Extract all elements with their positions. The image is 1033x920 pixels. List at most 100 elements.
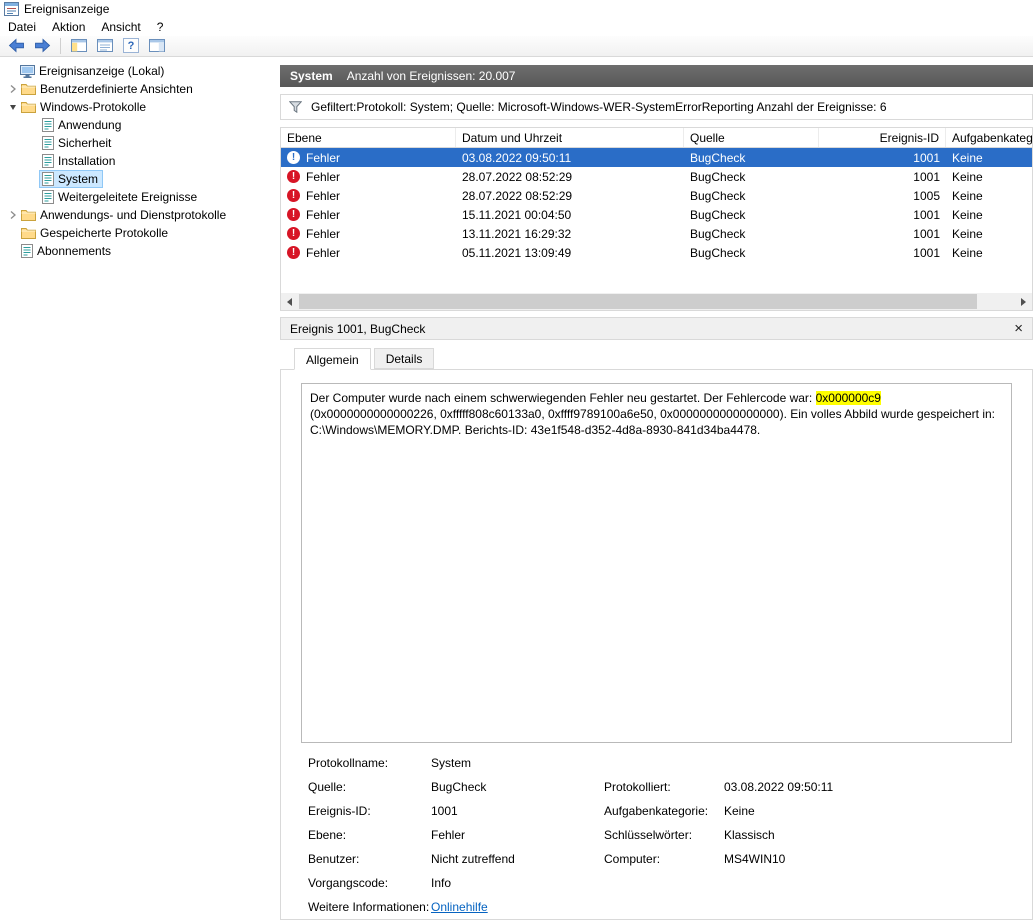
property-row: Weitere Informationen: Onlinehilfe <box>308 895 1032 919</box>
filter-text: Gefiltert:Protokoll: System; Quelle: Mic… <box>311 100 887 114</box>
console-tree-toggle-button[interactable] <box>68 36 90 56</box>
tree-label: System <box>58 172 99 186</box>
property-label: Protokollname: <box>308 756 389 770</box>
menu-ansicht[interactable]: Ansicht <box>93 18 148 36</box>
sidebar-item-subscriptions[interactable]: Abonnements <box>0 242 280 260</box>
properties-button[interactable] <box>94 36 116 56</box>
event-row[interactable]: Fehler 13.11.2021 16:29:32 BugCheck 1001… <box>281 224 1032 243</box>
sidebar-item-forwarded-events[interactable]: Weitergeleitete Ereignisse <box>0 188 280 206</box>
error-icon <box>287 246 300 259</box>
property-value: Klassisch <box>724 828 775 842</box>
sidebar-item-application[interactable]: Anwendung <box>0 116 280 134</box>
action-pane-toggle-button[interactable] <box>146 36 168 56</box>
column-header-level[interactable]: Ebene <box>281 128 456 147</box>
folder-icon <box>21 83 36 95</box>
sidebar-item-custom-views[interactable]: Benutzerdefinierte Ansichten <box>0 80 280 98</box>
event-viewer-window: Ereignisanzeige Datei Aktion Ansicht ? ?… <box>0 0 1033 920</box>
sidebar-item-windows-logs[interactable]: Windows-Protokolle <box>0 98 280 116</box>
event-id: 1005 <box>913 188 940 203</box>
property-label: Aufgabenkategorie: <box>604 804 709 818</box>
filter-bar: Gefiltert:Protokoll: System; Quelle: Mic… <box>280 94 1033 120</box>
property-row: Quelle: BugCheck Protokolliert: 03.08.20… <box>308 775 1032 799</box>
toolbar <box>0 35 1033 57</box>
event-task-category: Keine <box>952 150 983 165</box>
event-source: BugCheck <box>690 150 746 165</box>
content-area: Ereignisanzeige (Lokal) Benutzerdefinier… <box>0 57 1033 920</box>
property-row: Protokollname: System <box>308 751 1032 775</box>
tab-allgemein[interactable]: Allgemein <box>294 348 371 370</box>
property-value: BugCheck <box>431 780 487 794</box>
tree-label: Weitergeleitete Ereignisse <box>58 190 198 204</box>
scroll-right-button[interactable] <box>1015 293 1032 310</box>
event-row[interactable]: Fehler 03.08.2022 09:50:11 BugCheck 1001… <box>281 148 1032 167</box>
online-help-link[interactable]: Onlinehilfe <box>431 900 604 914</box>
table-header: Ebene Datum und Uhrzeit Quelle Ereignis-… <box>281 128 1032 148</box>
property-label: Ereignis-ID: <box>308 804 371 818</box>
close-icon[interactable] <box>1014 321 1023 336</box>
horizontal-scrollbar[interactable] <box>281 293 1032 310</box>
property-label: Vorgangscode: <box>308 876 389 890</box>
event-datetime: 05.11.2021 13:09:49 <box>462 245 572 260</box>
filter-funnel-icon <box>289 101 302 113</box>
sidebar-item-system[interactable]: System <box>0 170 280 188</box>
event-row[interactable]: Fehler 15.11.2021 00:04:50 BugCheck 1001… <box>281 205 1032 224</box>
menu-datei[interactable]: Datei <box>0 18 44 36</box>
folder-icon <box>21 209 36 221</box>
event-level: Fehler <box>306 169 341 184</box>
chevron-right-icon[interactable] <box>6 84 19 94</box>
table-empty-space <box>281 262 1032 293</box>
chevron-right-icon[interactable] <box>6 210 19 220</box>
error-icon <box>287 170 300 183</box>
tree-label: Anwendung <box>58 118 122 132</box>
event-id: 1001 <box>913 245 940 260</box>
event-id: 1001 <box>913 150 940 165</box>
properties-list-icon <box>97 39 113 53</box>
event-datetime: 15.11.2021 00:04:50 <box>462 207 572 222</box>
back-arrow-icon <box>8 38 24 53</box>
chevron-down-icon[interactable] <box>6 102 19 112</box>
event-level: Fehler <box>306 226 341 241</box>
menu-help[interactable]: ? <box>149 18 172 36</box>
scroll-left-button[interactable] <box>281 293 298 310</box>
sidebar-item-apps-services-logs[interactable]: Anwendungs- und Dienstprotokolle <box>0 206 280 224</box>
column-header-task-category[interactable]: Aufgabenkategorie <box>946 128 1032 147</box>
event-source: BugCheck <box>690 207 746 222</box>
tree-label: Windows-Protokolle <box>40 100 147 114</box>
column-header-datetime[interactable]: Datum und Uhrzeit <box>456 128 684 147</box>
sidebar-item-security[interactable]: Sicherheit <box>0 134 280 152</box>
tree-label: Abonnements <box>37 244 112 258</box>
results-pane: System Anzahl von Ereignissen: 20.007 Ge… <box>280 57 1033 920</box>
tab-details[interactable]: Details <box>373 348 435 369</box>
event-row[interactable]: Fehler 28.07.2022 08:52:29 BugCheck 1001… <box>281 167 1032 186</box>
sidebar-item-root[interactable]: Ereignisanzeige (Lokal) <box>0 62 280 80</box>
event-id: 1001 <box>913 207 940 222</box>
help-button[interactable] <box>120 36 142 56</box>
highlighted-error-code: 0x000000c9 <box>815 391 881 405</box>
event-row[interactable]: Fehler 05.11.2021 13:09:49 BugCheck 1001… <box>281 243 1032 262</box>
detail-header: Ereignis 1001, BugCheck <box>280 317 1033 340</box>
event-id: 1001 <box>913 226 940 241</box>
forward-button[interactable] <box>31 36 53 56</box>
event-task-category: Keine <box>952 169 983 184</box>
property-value: Fehler <box>431 828 466 842</box>
property-label: Protokolliert: <box>604 780 671 794</box>
column-header-source[interactable]: Quelle <box>684 128 819 147</box>
help-icon <box>123 38 139 54</box>
sidebar-item-setup[interactable]: Installation <box>0 152 280 170</box>
sidebar-item-saved-logs[interactable]: Gespeicherte Protokolle <box>0 224 280 242</box>
detail-title: Ereignis 1001, BugCheck <box>290 321 426 336</box>
event-level: Fehler <box>306 245 341 260</box>
computer-icon <box>20 64 35 78</box>
event-row[interactable]: Fehler 28.07.2022 08:52:29 BugCheck 1005… <box>281 186 1032 205</box>
menu-aktion[interactable]: Aktion <box>44 18 93 36</box>
detail-tabs: Allgemein Details <box>280 348 1033 370</box>
event-datetime: 28.07.2022 08:52:29 <box>462 169 573 184</box>
tree-label: Installation <box>58 154 116 168</box>
column-header-event-id[interactable]: Ereignis-ID <box>819 128 946 147</box>
property-row: Ereignis-ID: 1001 Aufgabenkategorie: Kei… <box>308 799 1032 823</box>
back-button[interactable] <box>5 36 27 56</box>
log-file-icon <box>42 118 54 132</box>
scrollbar-thumb[interactable] <box>299 294 977 309</box>
folder-icon <box>21 227 36 239</box>
property-value: System <box>431 756 472 770</box>
